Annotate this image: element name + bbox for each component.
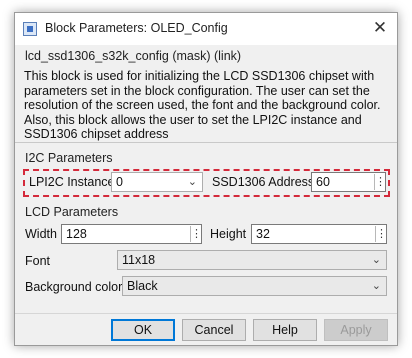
window-title: Block Parameters: OLED_Config xyxy=(45,21,228,35)
block-parameters-icon xyxy=(23,22,37,36)
background-color-select[interactable]: Black ⌄ xyxy=(122,276,387,296)
title-bar[interactable]: Block Parameters: OLED_Config ✕ xyxy=(15,13,397,45)
block-mask-name: lcd_ssd1306_s32k_config (mask) (link) xyxy=(25,49,242,63)
i2c-parameters-title: I2C Parameters xyxy=(25,151,113,165)
kebab-menu-icon[interactable]: ⋮ xyxy=(190,226,202,242)
help-button[interactable]: Help xyxy=(253,319,317,341)
ssd1306-address-field[interactable]: 60 ⋮ xyxy=(311,172,386,192)
lpi2c-instance-label: LPI2C Instance xyxy=(29,175,115,189)
apply-button[interactable]: Apply xyxy=(324,319,388,341)
kebab-menu-icon[interactable]: ⋮ xyxy=(375,226,387,242)
height-field[interactable]: 32 ⋮ xyxy=(251,224,387,244)
chevron-down-icon: ⌄ xyxy=(371,254,381,266)
cancel-button[interactable]: Cancel xyxy=(182,319,246,341)
lpi2c-instance-select[interactable]: 0 ⌄ xyxy=(111,172,203,192)
close-icon[interactable]: ✕ xyxy=(363,13,397,43)
ssd1306-address-label: SSD1306 Address xyxy=(212,175,315,189)
height-label: Height xyxy=(210,227,247,241)
block-parameters-dialog: Block Parameters: OLED_Config ✕ lcd_ssd1… xyxy=(14,12,398,346)
background-color-value: Black xyxy=(127,279,158,293)
width-value: 128 xyxy=(66,227,87,241)
chevron-down-icon: ⌄ xyxy=(371,280,381,292)
font-label: Font xyxy=(25,254,51,268)
chevron-down-icon: ⌄ xyxy=(187,176,197,188)
background-color-label: Background color xyxy=(25,280,123,294)
font-value: 11x18 xyxy=(122,253,156,267)
width-field[interactable]: 128 ⋮ xyxy=(61,224,202,244)
separator xyxy=(15,142,397,143)
lpi2c-instance-value: 0 xyxy=(116,175,123,189)
width-label: Width xyxy=(25,227,57,241)
ssd1306-address-value: 60 xyxy=(316,175,330,189)
font-select[interactable]: 11x18 ⌄ xyxy=(117,250,387,270)
button-separator xyxy=(15,313,397,314)
kebab-menu-icon[interactable]: ⋮ xyxy=(374,174,386,190)
lcd-parameters-title: LCD Parameters xyxy=(25,205,119,219)
ok-button[interactable]: OK xyxy=(111,319,175,341)
block-description: This block is used for initializing the … xyxy=(24,69,381,141)
height-value: 32 xyxy=(256,227,270,241)
